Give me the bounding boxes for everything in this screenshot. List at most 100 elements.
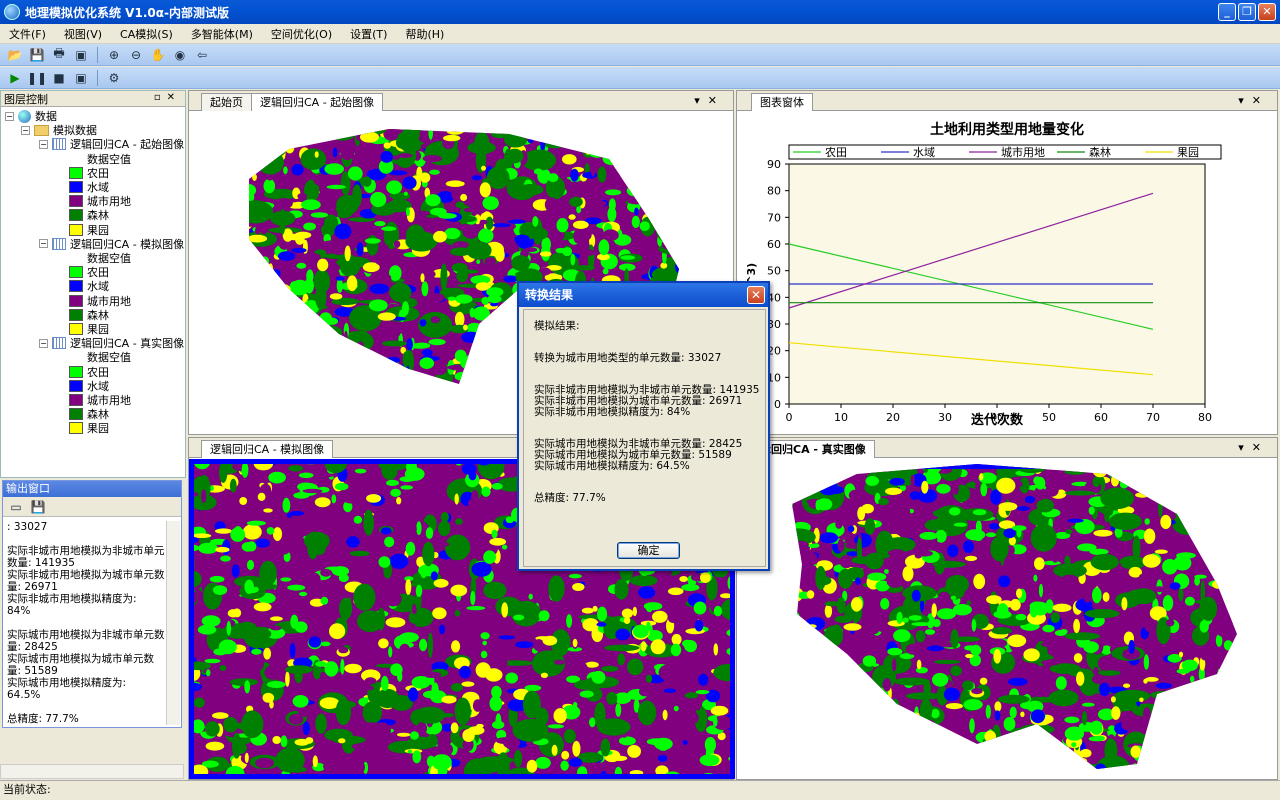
chart-tab-close-icon[interactable]: ✕ [1252, 94, 1269, 107]
layer-group[interactable]: − 逻辑回归CA - 真实图像 [39, 336, 184, 350]
land-patch [389, 553, 409, 569]
land-patch [484, 257, 497, 266]
step-icon[interactable]: ▣ [72, 69, 90, 87]
land-patch [286, 512, 293, 518]
land-patch [655, 143, 673, 166]
minimize-button[interactable]: _ [1218, 3, 1236, 21]
tab-start-image[interactable]: 逻辑回归CA - 起始图像 [251, 93, 384, 111]
land-patch [390, 663, 403, 676]
land-patch [1176, 552, 1196, 559]
raster-layer-icon [52, 337, 66, 350]
land-patch [548, 575, 565, 602]
land-patch [438, 520, 451, 537]
land-patch [469, 552, 474, 560]
land-patch [864, 720, 887, 747]
real-tab-dropdown-icon[interactable]: ▾ [1238, 441, 1252, 454]
menu-help[interactable]: 帮助(H) [396, 26, 453, 42]
land-patch [262, 354, 275, 362]
zoom-in-icon[interactable]: ⊕ [105, 46, 123, 64]
menu-file[interactable]: 文件(F) [0, 26, 55, 42]
land-patch [581, 663, 588, 672]
land-patch [512, 718, 549, 742]
land-patch [463, 207, 475, 213]
output-scrollbar[interactable] [166, 521, 180, 725]
land-patch [1164, 464, 1192, 475]
menu-settings[interactable]: 设置(T) [341, 26, 396, 42]
land-patch [909, 491, 921, 500]
layer-group[interactable]: − 逻辑回归CA - 起始图像 [39, 137, 184, 151]
chart-tab-dropdown-icon[interactable]: ▾ [1238, 94, 1252, 107]
land-patch [600, 738, 611, 757]
close-button[interactable]: ✕ [1258, 3, 1276, 21]
menu-view[interactable]: 视图(V) [55, 26, 111, 42]
land-patch [573, 135, 580, 144]
land-patch [460, 193, 468, 202]
land-patch [232, 208, 249, 219]
clear-icon[interactable]: ▭ [7, 498, 25, 516]
ok-button[interactable]: 确定 [617, 542, 680, 559]
land-patch [1121, 597, 1128, 611]
land-patch [377, 374, 396, 381]
tab-close-icon[interactable]: ✕ [708, 94, 725, 107]
zoom-out-icon[interactable]: ⊖ [127, 46, 145, 64]
tree-folder[interactable]: − 模拟数据 [21, 123, 97, 137]
pause-icon[interactable]: ❚❚ [27, 69, 47, 87]
land-patch [673, 696, 680, 702]
dialog-close-button[interactable]: ✕ [747, 286, 765, 304]
land-patch [902, 566, 914, 582]
tab-chart-window[interactable]: 图表窗体 [751, 93, 813, 111]
land-patch [777, 696, 789, 703]
collapse-icon[interactable]: − [39, 239, 48, 249]
land-patch [215, 546, 230, 553]
land-patch [275, 724, 295, 733]
tab-start-page[interactable]: 起始页 [201, 93, 252, 111]
left-horizontal-scrollbar[interactable] [0, 764, 184, 779]
land-patch [375, 363, 405, 375]
land-patch [489, 695, 503, 712]
land-patch [505, 148, 524, 164]
land-patch [695, 690, 710, 695]
x-tick-label: 80 [1198, 411, 1212, 424]
pan-hand-icon[interactable]: ✋ [149, 46, 167, 64]
preview-icon[interactable]: ▣ [72, 46, 90, 64]
land-patch [858, 709, 863, 715]
land-patch [218, 639, 237, 655]
collapse-icon[interactable]: − [39, 338, 48, 348]
tab-dropdown-icon[interactable]: ▾ [694, 94, 708, 107]
layer-group[interactable]: − 逻辑回归CA - 模拟图像 [39, 237, 184, 251]
collapse-icon[interactable]: − [39, 139, 48, 149]
land-patch [331, 494, 337, 504]
land-patch [605, 189, 622, 196]
menu-spatial-opt[interactable]: 空间优化(O) [262, 26, 341, 42]
tree-root[interactable]: − 数据 [5, 109, 57, 123]
menu-ca-sim[interactable]: CA模拟(S) [111, 26, 182, 42]
settings-icon[interactable]: ⚙ [105, 69, 123, 87]
back-arrow-icon[interactable]: ⇦ [193, 46, 211, 64]
land-patch [638, 586, 656, 599]
land-patch [792, 655, 798, 660]
land-patch [1216, 544, 1225, 558]
land-patch [582, 618, 599, 632]
land-patch [544, 140, 566, 149]
land-patch [486, 326, 499, 338]
panel-close-icon[interactable]: ✕ [167, 92, 181, 103]
collapse-icon[interactable]: − [5, 111, 14, 121]
tab-sim-image[interactable]: 逻辑回归CA - 模拟图像 [201, 440, 334, 458]
land-patch [1030, 524, 1057, 552]
land-patch [777, 670, 787, 683]
collapse-icon[interactable]: − [21, 125, 30, 135]
maximize-button[interactable]: ❐ [1238, 3, 1256, 21]
print-icon[interactable]: 🖶 [50, 46, 68, 64]
globe-icon[interactable]: ◉ [171, 46, 189, 64]
pin-icon[interactable]: ▫ [154, 92, 167, 103]
menu-multi-agent[interactable]: 多智能体(M) [182, 26, 262, 42]
play-icon[interactable]: ▶ [6, 69, 24, 87]
land-patch [1121, 719, 1141, 731]
land-patch [1146, 474, 1152, 490]
save-icon[interactable]: 💾 [28, 46, 46, 64]
real-tab-close-icon[interactable]: ✕ [1252, 441, 1269, 454]
output-save-icon[interactable]: 💾 [29, 498, 47, 516]
land-patch [272, 299, 284, 306]
stop-icon[interactable]: ■ [50, 69, 68, 87]
open-icon[interactable]: 📂 [6, 46, 24, 64]
